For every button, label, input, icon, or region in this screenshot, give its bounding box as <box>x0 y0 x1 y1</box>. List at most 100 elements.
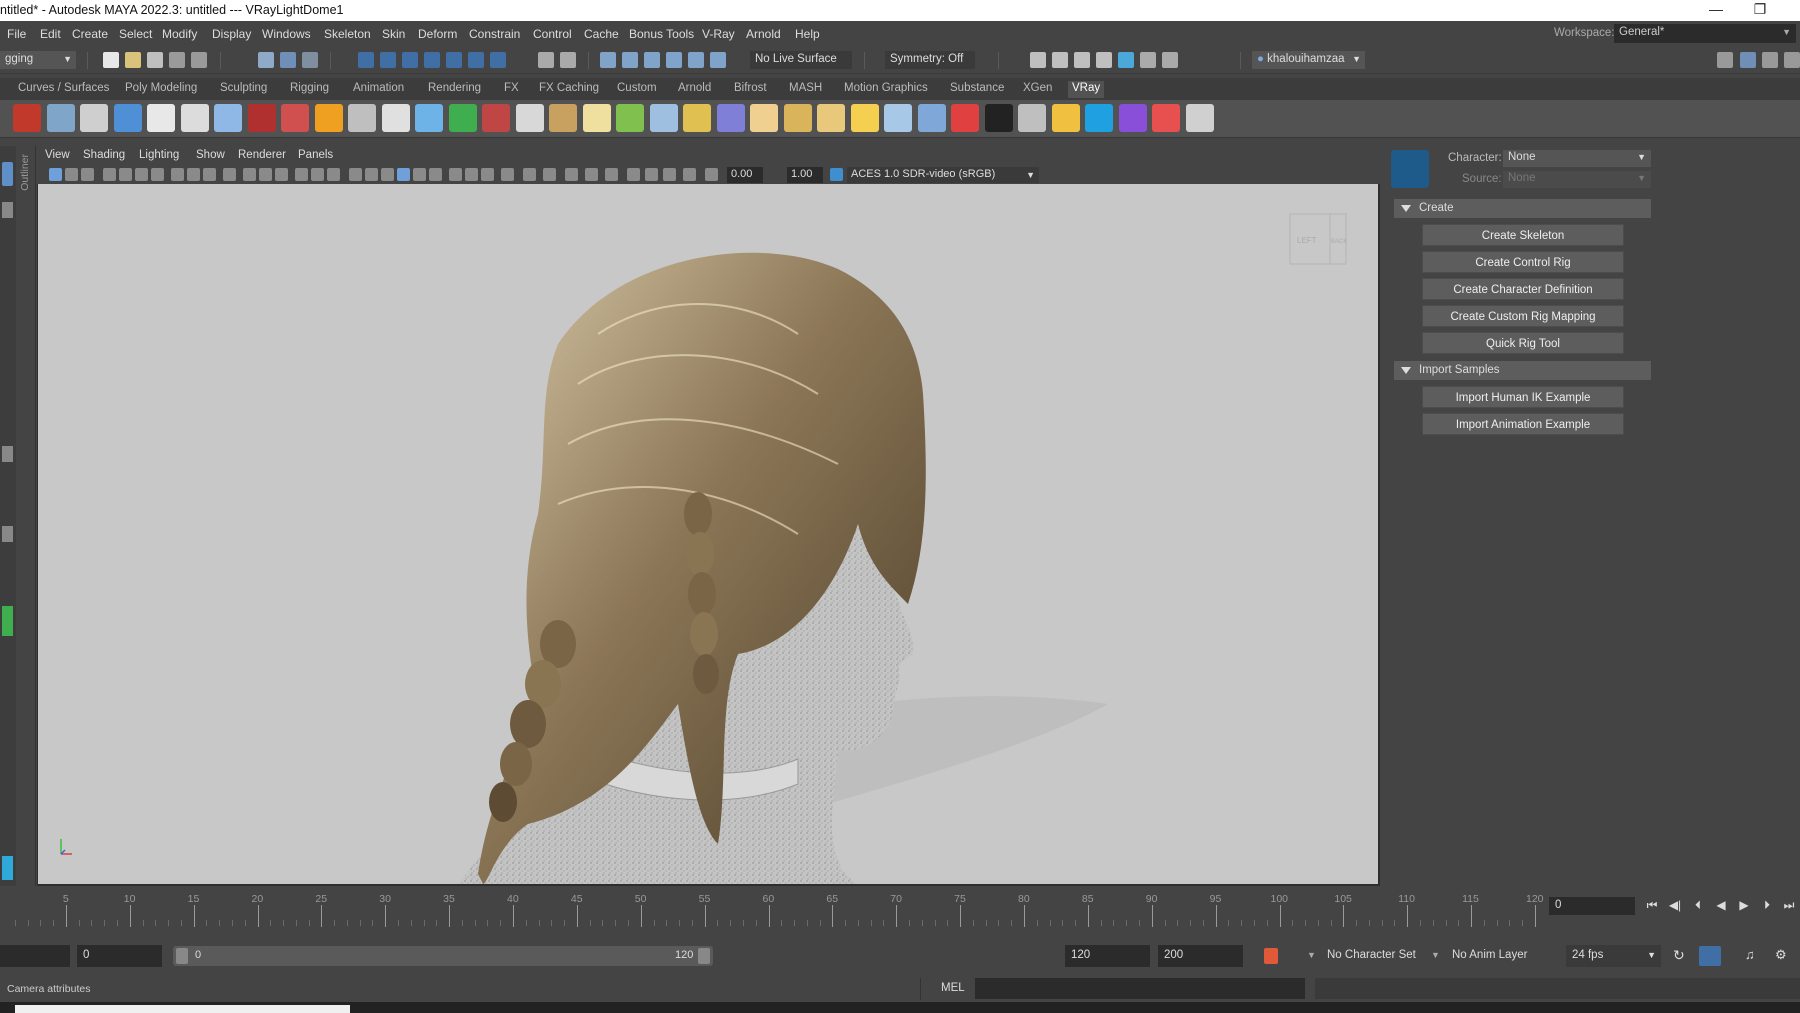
gamma-field[interactable]: 1.00 <box>787 167 823 183</box>
redo-icon[interactable] <box>191 52 207 68</box>
vray-shelf-tool-icon[interactable] <box>515 104 544 132</box>
undo-icon[interactable] <box>169 52 185 68</box>
vray-shelf-tool-icon[interactable] <box>884 104 912 132</box>
menuset-dropdown[interactable]: gging ▼ <box>0 51 76 69</box>
vray-shelf-tool-icon[interactable] <box>549 104 577 132</box>
vray-shelf-tool-icon[interactable] <box>951 104 979 132</box>
vp-menu-view[interactable]: View <box>45 149 70 161</box>
viewport-tool-icon[interactable] <box>49 168 62 181</box>
exposure-field[interactable]: 0.00 <box>727 167 763 183</box>
vray-shelf-tool-icon[interactable] <box>147 104 175 132</box>
refresh-icon[interactable] <box>710 52 726 68</box>
menu-arnold[interactable]: Arnold <box>746 27 781 41</box>
menu-help[interactable]: Help <box>795 27 820 41</box>
tab-rigging[interactable]: Rigging <box>286 81 333 98</box>
vray-shelf-tool-icon[interactable] <box>683 104 711 132</box>
vray-shelf-tool-icon[interactable] <box>247 104 276 132</box>
cache-playback-icon[interactable] <box>1699 946 1721 966</box>
graph-icon[interactable] <box>688 52 704 68</box>
menu-file[interactable]: File <box>7 27 26 41</box>
viewport-tool-icon[interactable] <box>705 168 718 181</box>
step-back-key-icon[interactable]: ⏴ <box>1691 898 1705 912</box>
vray-shelf-tool-icon[interactable] <box>281 104 309 132</box>
vray-shelf-tool-icon[interactable] <box>381 104 410 132</box>
viewport-tool-icon[interactable] <box>523 168 536 181</box>
step-back-frame-icon[interactable]: ◀| <box>1668 898 1682 912</box>
animation-end-field[interactable]: 200 <box>1158 945 1243 967</box>
menu-select[interactable]: Select <box>119 27 152 41</box>
select-highlight-icon[interactable] <box>560 52 576 68</box>
go-to-end-icon[interactable]: ⏭ <box>1782 898 1796 912</box>
3d-viewport[interactable]: LEFT BACK <box>38 184 1378 884</box>
menu-create[interactable]: Create <box>72 27 108 41</box>
vray-shelf-tool-icon[interactable] <box>1118 104 1147 132</box>
current-frame-field[interactable]: 0 <box>1549 897 1635 915</box>
tab-animation[interactable]: Animation <box>349 81 408 98</box>
viewport-tool-icon[interactable] <box>259 168 272 181</box>
vray-shelf-tool-icon[interactable] <box>716 104 745 132</box>
viewport-tool-icon[interactable] <box>203 168 216 181</box>
go-to-start-icon[interactable]: ⏮ <box>1645 898 1659 912</box>
vray-shelf-tool-icon[interactable] <box>1185 104 1214 132</box>
range-end-handle[interactable] <box>698 948 710 964</box>
viewport-tool-icon[interactable] <box>187 168 200 181</box>
vray-shelf-tool-icon[interactable] <box>783 104 812 132</box>
vray-shelf-tool-icon[interactable] <box>180 104 209 132</box>
viewport-tool-icon[interactable] <box>103 168 116 181</box>
vray-shelf-tool-icon[interactable] <box>46 104 75 132</box>
create-custom-rig-mapping-button[interactable]: Create Custom Rig Mapping <box>1422 305 1624 327</box>
vray-shelf-tool-icon[interactable] <box>113 104 142 132</box>
vray-shelf-tool-icon[interactable] <box>214 104 242 132</box>
color-space-dropdown[interactable]: ACES 1.0 SDR-video (sRGB) ▼ <box>847 167 1039 183</box>
character-set-dropdown[interactable]: No Character Set <box>1327 949 1416 961</box>
color-management-icon[interactable] <box>830 168 843 181</box>
create-skeleton-button[interactable]: Create Skeleton <box>1422 224 1624 246</box>
vray-shelf-tool-icon[interactable] <box>348 104 376 132</box>
tab-poly-modeling[interactable]: Poly Modeling <box>121 81 201 98</box>
viewport-tool-icon[interactable] <box>151 168 164 181</box>
viewport-tool-icon[interactable] <box>295 168 308 181</box>
viewport-tool-icon[interactable] <box>119 168 132 181</box>
play-backward-icon[interactable]: ◀ <box>1714 898 1728 912</box>
chevron-down-icon[interactable]: ▼ <box>1307 950 1316 960</box>
vray-shelf-tool-icon[interactable] <box>448 104 477 132</box>
viewport-tool-icon[interactable] <box>327 168 340 181</box>
viewport-tool-icon[interactable] <box>605 168 618 181</box>
viewport-tool-icon[interactable] <box>381 168 394 181</box>
minimize-icon[interactable]: — <box>1696 0 1736 21</box>
vray-shelf-tool-icon[interactable] <box>80 104 108 132</box>
viewport-tool-icon[interactable] <box>449 168 462 181</box>
new-scene-icon[interactable] <box>103 52 119 68</box>
vray-shelf-tool-icon[interactable] <box>1018 104 1046 132</box>
symmetry-dropdown[interactable]: Symmetry: Off <box>885 51 975 69</box>
menu-display[interactable]: Display <box>212 27 251 41</box>
step-forward-key-icon[interactable]: ⏵ <box>1760 898 1774 912</box>
input-output-icon[interactable] <box>622 52 638 68</box>
play-forward-icon[interactable]: ▶ <box>1737 898 1751 912</box>
vp-menu-shading[interactable]: Shading <box>83 149 125 161</box>
snap-projected-icon[interactable] <box>424 52 440 68</box>
command-input[interactable] <box>975 978 1305 999</box>
viewport-tool-icon[interactable] <box>565 168 578 181</box>
layout-custom-icon[interactable] <box>2 606 13 636</box>
pause-icon[interactable] <box>1162 52 1178 68</box>
menu-windows[interactable]: Windows <box>262 27 311 41</box>
tab-custom[interactable]: Custom <box>613 81 661 98</box>
import-samples-section-header[interactable]: Import Samples <box>1394 361 1651 380</box>
viewport-tool-icon[interactable] <box>663 168 676 181</box>
menu-modify[interactable]: Modify <box>162 27 197 41</box>
chevron-down-icon[interactable]: ▼ <box>1431 950 1440 960</box>
menu-skeleton[interactable]: Skeleton <box>324 27 371 41</box>
vray-render-icon[interactable] <box>1140 52 1156 68</box>
menu-vray[interactable]: V-Ray <box>702 27 735 41</box>
range-start-handle[interactable] <box>176 948 188 964</box>
vray-shelf-tool-icon[interactable] <box>817 104 845 132</box>
viewport-tool-icon[interactable] <box>627 168 640 181</box>
viewport-tool-icon[interactable] <box>81 168 94 181</box>
viewport-tool-icon[interactable] <box>501 168 514 181</box>
auto-key-icon[interactable] <box>1264 948 1278 964</box>
viewport-tool-icon[interactable] <box>397 168 410 181</box>
tab-mash[interactable]: MASH <box>785 81 826 98</box>
hypershade-icon[interactable] <box>1118 52 1134 68</box>
tab-arnold[interactable]: Arnold <box>674 81 715 98</box>
